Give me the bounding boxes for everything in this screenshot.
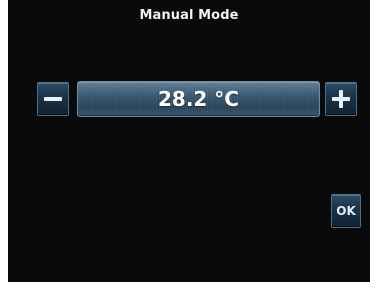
- ok-label: OK: [336, 204, 356, 218]
- temperature-display: 28.2 °C: [77, 81, 320, 117]
- manual-mode-screen: Manual Mode 28.2 °C OK: [8, 0, 370, 282]
- increase-button[interactable]: [325, 82, 357, 116]
- minus-icon: [44, 97, 62, 101]
- page-title: Manual Mode: [139, 8, 239, 23]
- decrease-button[interactable]: [37, 82, 69, 116]
- temperature-value: 28.2 °C: [158, 87, 239, 111]
- ok-button[interactable]: OK: [331, 194, 361, 228]
- plus-icon: [332, 90, 350, 108]
